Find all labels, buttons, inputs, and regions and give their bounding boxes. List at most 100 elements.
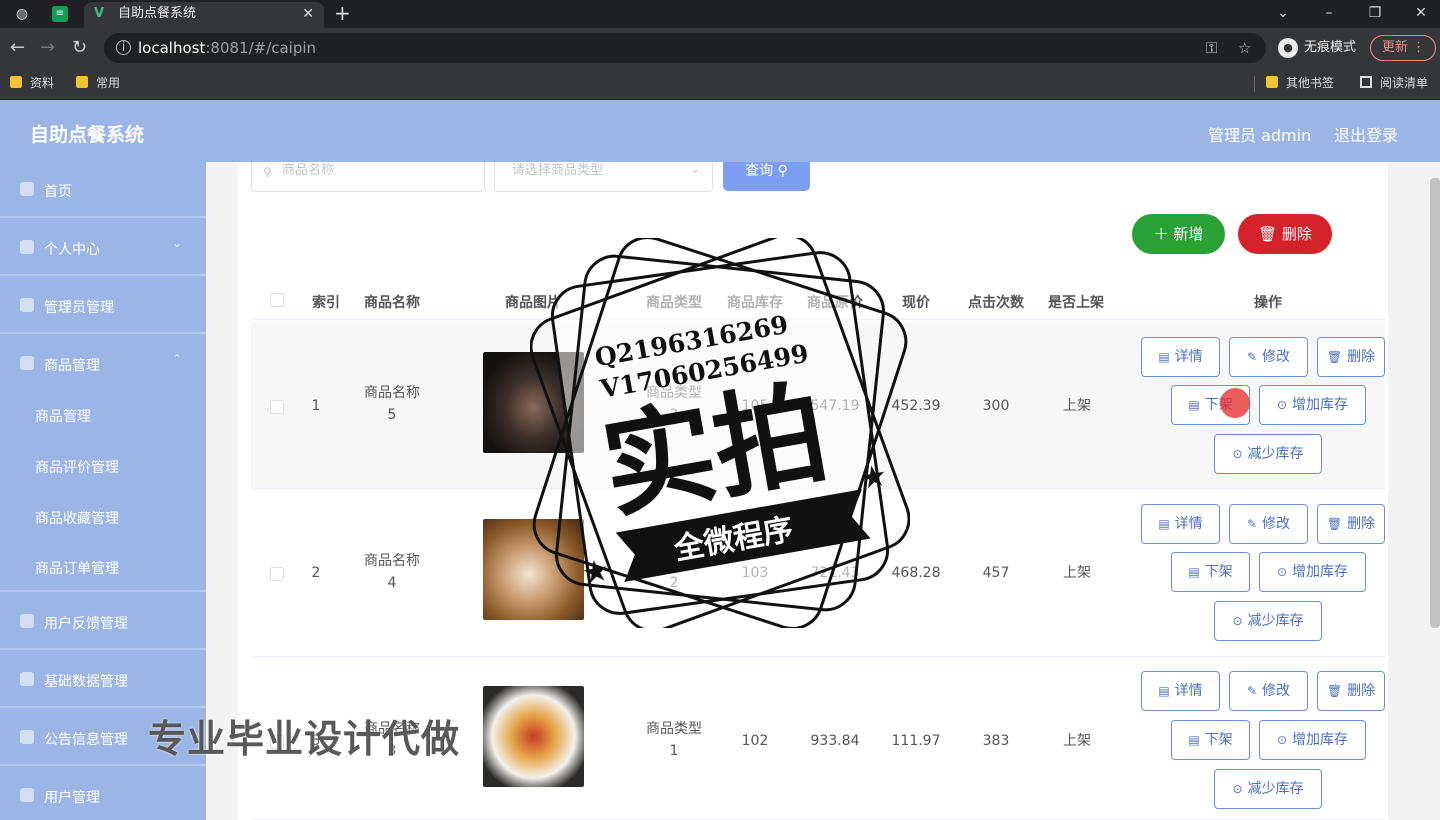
bookmark-folder[interactable]: 常用: [76, 74, 120, 92]
url-input[interactable]: i localhost:8081/#/caipin ⚿ ☆: [104, 33, 1266, 63]
cell-status: 上架: [1063, 733, 1091, 749]
trash-icon: 🗑: [1326, 350, 1343, 364]
current-user: 管理员 admin: [1208, 126, 1312, 145]
add-stock-label: 增加库存: [1292, 564, 1349, 580]
key-icon[interactable]: ⚿: [1206, 39, 1217, 57]
bookmark-folder-other[interactable]: 其他书签: [1266, 74, 1334, 92]
sidebar-item-feedback[interactable]: 用户反馈管理: [0, 594, 206, 650]
reduce-stock-label: 减少库存: [1247, 781, 1304, 797]
incognito-indicator[interactable]: ● 无痕模式: [1278, 36, 1356, 58]
cell-clicks: 300: [982, 398, 1010, 414]
batch-delete-button[interactable]: 🗑 删除: [1238, 214, 1332, 254]
search-input[interactable]: ⚲ 商品名称: [251, 162, 485, 192]
delete-label: 删除: [1347, 516, 1376, 532]
bookmark-label: 资料: [30, 76, 55, 90]
detail-label: 详情: [1174, 349, 1203, 365]
globe-icon[interactable]: ◍: [12, 4, 32, 24]
sidebar-subitem-goods[interactable]: 商品管理: [0, 390, 206, 440]
sidebar-item-basedata[interactable]: 基础数据管理: [0, 652, 206, 708]
delete-button[interactable]: 🗑 删除: [1317, 671, 1385, 711]
bookmark-folder[interactable]: 资料: [10, 74, 54, 92]
minimize-button[interactable]: –: [1306, 0, 1352, 28]
new-tab-button[interactable]: +: [334, 1, 351, 25]
add-stock-button[interactable]: ⊙ 增加库存: [1259, 552, 1366, 592]
sidebar-item-home[interactable]: 首页: [0, 162, 206, 218]
chevron-down-icon: ⌄: [689, 162, 700, 176]
detail-button[interactable]: ▤ 详情: [1141, 337, 1220, 377]
reduce-stock-button[interactable]: ⊙ 减少库存: [1214, 601, 1322, 641]
incognito-label: 无痕模式: [1304, 40, 1357, 55]
row-checkbox[interactable]: [270, 567, 284, 581]
sidebar-item-users[interactable]: 用户管理: [0, 768, 206, 820]
watermark-bottom-text: 专业毕业设计代做: [148, 717, 461, 761]
column-header: 现价: [902, 295, 930, 311]
delete-button[interactable]: 🗑 删除: [1317, 504, 1385, 544]
sidebar-subitem-favorites[interactable]: 商品收藏管理: [0, 492, 206, 542]
reload-button[interactable]: ↻: [72, 38, 87, 58]
info-icon[interactable]: i: [116, 40, 131, 55]
table-row: 1 商品名称 5 商品类型 2 105 547.19 452.39 300 上架…: [251, 322, 1385, 489]
sidebar-subitem-label: 商品管理: [35, 409, 91, 425]
query-button[interactable]: 查询 ⚲: [723, 162, 810, 191]
add-button[interactable]: ＋ 新增: [1132, 214, 1225, 254]
update-button[interactable]: 更新 ⋮: [1370, 35, 1436, 61]
star-icon[interactable]: ☆: [1238, 39, 1251, 57]
close-window-button[interactable]: ✕: [1398, 0, 1440, 28]
delete-label: 删除: [1281, 225, 1312, 243]
edit-button[interactable]: ✎ 修改: [1229, 337, 1308, 377]
restore-button[interactable]: ❐: [1352, 0, 1398, 28]
location-icon: ⊙: [1276, 565, 1288, 579]
reading-list[interactable]: 阅读清单: [1360, 74, 1428, 92]
detail-button[interactable]: ▤ 详情: [1141, 671, 1220, 711]
folder-icon: [76, 76, 88, 88]
sidebar-item-label: 用户管理: [44, 790, 100, 806]
type-select[interactable]: 请选择商品类型 ⌄: [494, 162, 713, 192]
cell-clicks: 457: [982, 565, 1010, 581]
close-tab-icon[interactable]: ✕: [302, 2, 314, 26]
trash-icon: 🗑: [1258, 225, 1278, 243]
app-title: 自助点餐系统: [30, 124, 145, 146]
reduce-stock-button[interactable]: ⊙ 减少库存: [1214, 434, 1322, 474]
logout-link[interactable]: 退出登录: [1334, 122, 1398, 146]
add-stock-button[interactable]: ⊙ 增加库存: [1259, 385, 1366, 425]
cell-stock: 102: [741, 733, 769, 749]
column-header: 商品图片: [505, 295, 561, 311]
edit-button[interactable]: ✎ 修改: [1229, 504, 1308, 544]
row-checkbox[interactable]: [270, 400, 284, 414]
back-button[interactable]: ←: [10, 38, 25, 58]
search-icon: ⚲: [263, 165, 272, 179]
sidebar-item-label: 商品管理: [44, 358, 100, 374]
sidebar-subitem-reviews[interactable]: 商品评价管理: [0, 441, 206, 491]
select-all-checkbox[interactable]: [270, 293, 284, 307]
edit-icon: ✎: [1246, 684, 1258, 698]
off-shelf-button[interactable]: ▤ 下架: [1171, 720, 1250, 760]
edit-button[interactable]: ✎ 修改: [1229, 671, 1308, 711]
browser-tab-active[interactable]: V 自助点餐系统 ✕: [84, 2, 324, 28]
column-header: 商品库存: [727, 295, 783, 311]
off-shelf-button[interactable]: ▤ 下架: [1171, 552, 1250, 592]
forward-button[interactable]: →: [40, 38, 55, 58]
address-bar: ← → ↻ i localhost:8081/#/caipin ⚿ ☆ ● 无痕模…: [0, 28, 1440, 68]
chevron-down-icon: ⌄: [172, 236, 183, 250]
sidebar-item-profile[interactable]: 个人中心 ⌄: [0, 220, 206, 276]
detail-button[interactable]: ▤ 详情: [1141, 504, 1220, 544]
page-scrollbar[interactable]: [1430, 178, 1440, 628]
delete-button[interactable]: 🗑 删除: [1317, 337, 1385, 377]
chevron-down-icon[interactable]: ⌄: [1260, 0, 1306, 28]
sidebar-item-goods[interactable]: 商品管理 ⌃: [0, 336, 206, 392]
add-stock-button[interactable]: ⊙ 增加库存: [1259, 720, 1366, 760]
sidebar-item-admin[interactable]: 管理员管理: [0, 278, 206, 334]
add-label: 新增: [1173, 225, 1204, 243]
column-header: 商品原价: [807, 295, 863, 311]
edit-label: 修改: [1262, 349, 1291, 365]
off-shelf-label: 下架: [1204, 732, 1233, 748]
sidebar-subitem-label: 商品订单管理: [35, 561, 119, 577]
sheet-app-icon[interactable]: ≡: [52, 6, 68, 22]
cell-type: 商品类型 2: [646, 385, 702, 423]
cell-type: 商品类型 1: [646, 721, 702, 759]
reading-list-label: 阅读清单: [1380, 76, 1429, 90]
reduce-stock-button[interactable]: ⊙ 减少库存: [1214, 769, 1322, 809]
cell-price: 111.97: [891, 733, 941, 749]
sidebar-subitem-orders[interactable]: 商品订单管理: [0, 542, 206, 592]
column-header: 是否上架: [1048, 295, 1104, 311]
